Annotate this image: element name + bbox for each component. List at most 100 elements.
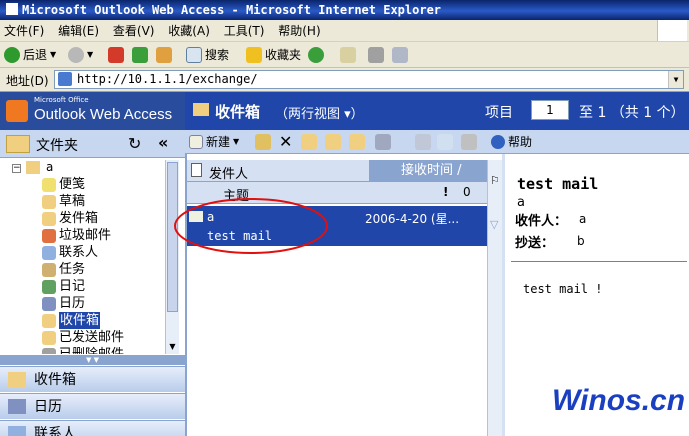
stop-icon[interactable]: [108, 47, 124, 63]
column-importance[interactable]: !: [443, 185, 448, 199]
help-icon: [491, 135, 505, 149]
print-icon[interactable]: [368, 47, 384, 63]
back-button[interactable]: 后退 ▼: [4, 45, 56, 65]
collapse-icon[interactable]: «: [158, 133, 168, 152]
edit-icon[interactable]: [392, 47, 408, 63]
folder-item-junk[interactable]: 垃圾邮件: [42, 227, 111, 244]
find-icon[interactable]: [437, 134, 453, 150]
address-book-icon[interactable]: [415, 134, 431, 150]
window-title: Microsoft Outlook Web Access - Microsoft…: [0, 0, 689, 20]
home-icon[interactable]: [156, 47, 172, 63]
pane-splitter[interactable]: ▼ ▼: [0, 355, 185, 365]
folder-item-calendar[interactable]: 日历: [42, 295, 85, 312]
folder-item-deleted[interactable]: 已删除邮件: [42, 346, 124, 354]
folder-item-journal[interactable]: 日记: [42, 278, 85, 295]
menu-help[interactable]: 帮助(H): [274, 20, 324, 42]
pane-divider: [502, 154, 505, 436]
help-button[interactable]: 帮助: [491, 132, 532, 152]
cc-label: 抄送：: [515, 236, 555, 251]
sent-icon: [42, 330, 56, 345]
mailbox-root[interactable]: a: [46, 160, 53, 174]
ie-app-icon: [6, 3, 18, 15]
forward-icon[interactable]: [349, 134, 365, 150]
folder-item-tasks[interactable]: 任务: [42, 261, 85, 278]
nav-calendar-button[interactable]: 日历: [0, 393, 185, 419]
outbox-icon: [42, 211, 56, 226]
page-count: 至 1 （共 1 个）: [579, 105, 685, 121]
address-input[interactable]: http://10.1.1.1/exchange/ ▼: [54, 70, 684, 89]
tasks-icon: [42, 262, 56, 277]
owa-brand: Microsoft Office Outlook Web Access: [0, 92, 185, 130]
menu-bar: 文件(F) 编辑(E) 查看(V) 收藏(A) 工具(T) 帮助(H): [0, 20, 689, 42]
folder-scrollbar[interactable]: ▼: [165, 160, 179, 354]
folders-header: 文件夹 ↻ «: [0, 130, 185, 158]
menu-edit[interactable]: 编辑(E): [54, 20, 103, 42]
reply-all-icon[interactable]: [325, 134, 341, 150]
move-icon[interactable]: [255, 134, 271, 150]
flag-icon[interactable]: ⚐: [490, 174, 500, 187]
folder-icon: [193, 103, 209, 116]
view-pane-icon[interactable]: [375, 134, 391, 150]
mailbox-icon: [26, 161, 40, 174]
forward-button[interactable]: ▼: [68, 45, 93, 65]
page-icon: [58, 72, 72, 86]
column-from[interactable]: 发件人: [209, 163, 248, 182]
tree-toggle-icon[interactable]: −: [12, 164, 21, 173]
trash-icon: [42, 347, 56, 354]
folder-item-contacts[interactable]: 联系人: [42, 244, 98, 261]
menu-tools[interactable]: 工具(T): [220, 20, 269, 42]
address-dropdown-icon[interactable]: ▼: [668, 71, 683, 88]
item-label: 项目: [485, 105, 513, 121]
menu-file[interactable]: 文件(F): [0, 20, 48, 42]
preview-body: test mail !: [523, 282, 603, 296]
note-icon: [42, 177, 56, 192]
folder-item-outbox[interactable]: 发件箱: [42, 210, 98, 227]
column-attachment[interactable]: 0: [463, 185, 471, 199]
contacts-icon: [42, 245, 56, 260]
search-icon: [186, 47, 202, 63]
calendar-icon: [42, 296, 56, 311]
document-icon: [191, 163, 202, 177]
delete-icon[interactable]: ✕: [279, 132, 292, 152]
refresh-icon[interactable]: ↻: [128, 134, 141, 153]
page-number-input[interactable]: 1: [531, 100, 569, 120]
inbox-icon: [8, 372, 26, 387]
contacts-icon: [8, 426, 26, 436]
flag-column: ⚐ ▽: [487, 160, 502, 436]
menu-view[interactable]: 查看(V): [109, 20, 159, 42]
owa-header: 收件箱 （两行视图 ▾） 项目 1 至 1 （共 1 个）: [185, 92, 689, 130]
menu-favorites[interactable]: 收藏(A): [164, 20, 214, 42]
star-icon: [246, 47, 262, 63]
annotation-ellipse: [174, 198, 328, 254]
journal-icon: [42, 279, 56, 294]
scroll-down-icon[interactable]: ▼: [167, 342, 178, 354]
current-folder-title: 收件箱: [215, 103, 261, 121]
view-selector[interactable]: （两行视图 ▾）: [275, 103, 364, 122]
folder-item-notes[interactable]: 便笺: [42, 176, 85, 193]
nav-contacts-button[interactable]: 联系人: [0, 420, 185, 436]
nav-inbox-button[interactable]: 收件箱: [0, 366, 185, 392]
book-icon[interactable]: [461, 134, 477, 150]
media-icon[interactable]: [308, 47, 324, 63]
refresh-icon[interactable]: [132, 47, 148, 63]
column-received[interactable]: 接收时间 /: [369, 160, 487, 181]
folder-item-drafts[interactable]: 草稿: [42, 193, 85, 210]
new-button[interactable]: 新建 ▼: [189, 132, 239, 152]
drafts-icon: [42, 194, 56, 209]
preview-to: a: [579, 212, 587, 226]
favorites-button[interactable]: 收藏夹: [246, 45, 301, 65]
address-bar: 地址(D) http://10.1.1.1/exchange/ ▼: [0, 68, 689, 92]
windows-logo-icon: [657, 20, 687, 41]
message-date: 2006-4-20 (星...: [365, 212, 460, 226]
outlook-logo-icon: [6, 100, 28, 122]
browser-toolbar: 后退 ▼ ▼ 搜索 收藏夹: [0, 42, 689, 68]
preview-cc: b: [577, 234, 585, 248]
folder-item-sent[interactable]: 已发送邮件: [42, 329, 124, 346]
mail-icon[interactable]: [340, 47, 356, 63]
search-button[interactable]: 搜索: [186, 45, 229, 65]
reply-icon[interactable]: [301, 134, 317, 150]
folder-icon: [6, 135, 30, 153]
inbox-icon: [42, 313, 56, 328]
folder-item-inbox[interactable]: 收件箱: [42, 312, 101, 329]
flag-icon[interactable]: ▽: [490, 218, 498, 231]
